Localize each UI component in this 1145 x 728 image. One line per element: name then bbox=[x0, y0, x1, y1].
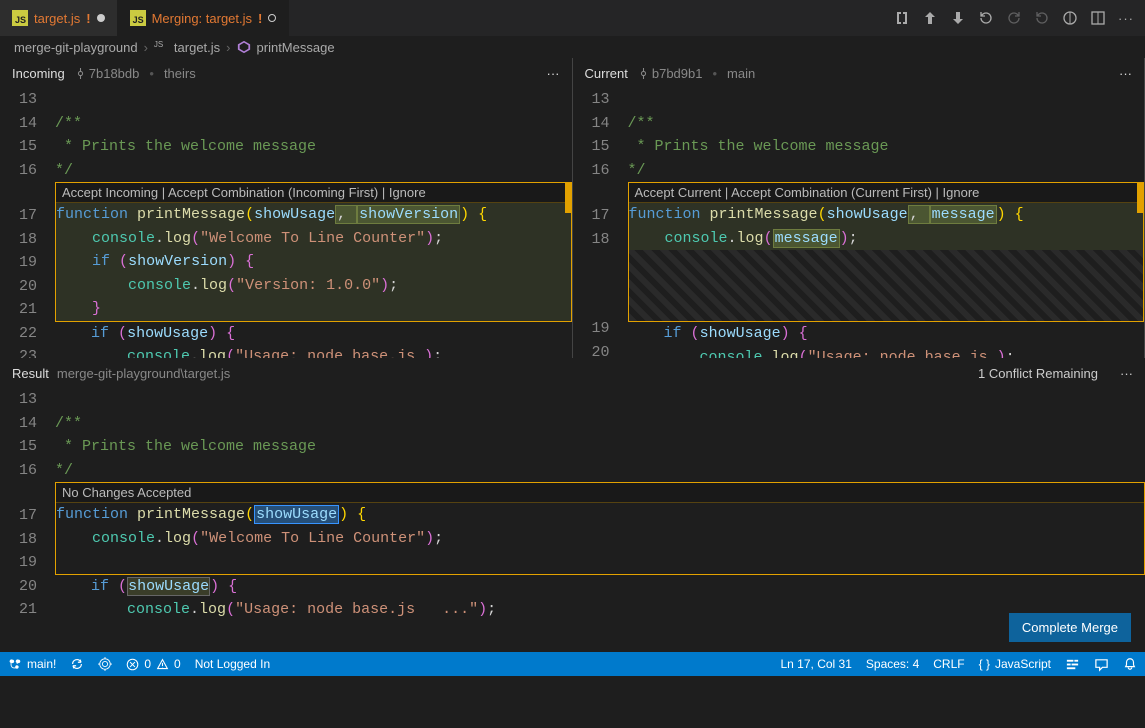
tab-merging-target-js[interactable]: JS Merging: target.js ! bbox=[118, 0, 290, 36]
incoming-pane: Incoming 7b18bdb • theirs ··· 1314151617… bbox=[0, 58, 573, 358]
tab-label: target.js bbox=[34, 11, 80, 26]
chevron-icon: › bbox=[144, 40, 148, 55]
codelens[interactable]: Accept Current | Accept Combination (Cur… bbox=[629, 183, 1144, 203]
compare-icon[interactable] bbox=[893, 9, 911, 27]
cursor-position[interactable]: Ln 17, Col 31 bbox=[781, 657, 852, 672]
conflict-region: No Changes Accepted function printMessag… bbox=[55, 482, 1145, 575]
redo-icon[interactable] bbox=[1033, 9, 1051, 27]
eol-button[interactable]: CRLF bbox=[933, 657, 964, 672]
breadcrumb[interactable]: merge-git-playground › JS target.js › pr… bbox=[0, 36, 1145, 58]
modified-indicator: ! bbox=[86, 11, 90, 26]
more-icon[interactable]: ··· bbox=[1119, 66, 1132, 81]
dirty-ring-icon bbox=[268, 14, 276, 22]
editor-toolbar: ··· bbox=[893, 9, 1145, 27]
undo-icon[interactable] bbox=[1005, 9, 1023, 27]
tab-bar: JS target.js ! JS Merging: target.js ! ·… bbox=[0, 0, 1145, 36]
js-icon: JS bbox=[12, 10, 28, 26]
result-title: Result bbox=[12, 366, 49, 381]
prettier-button[interactable] bbox=[1065, 657, 1080, 672]
commit-ref[interactable]: b7bd9b1 bbox=[638, 66, 703, 81]
more-icon[interactable]: ··· bbox=[1117, 9, 1135, 27]
indent-button[interactable]: Spaces: 4 bbox=[866, 657, 919, 672]
revert-icon[interactable] bbox=[977, 9, 995, 27]
conflict-region: Accept Incoming | Accept Combination (In… bbox=[55, 182, 572, 322]
language-button[interactable]: { } JavaScript bbox=[979, 657, 1051, 672]
pane-title: Incoming bbox=[12, 66, 65, 81]
pane-title: Current bbox=[585, 66, 628, 81]
branch-button[interactable]: main! bbox=[8, 657, 56, 671]
breadcrumb-symbol: printMessage bbox=[257, 40, 335, 55]
chevron-icon: › bbox=[226, 40, 230, 55]
tab-label: Merging: target.js bbox=[152, 11, 252, 26]
merge-split: Incoming 7b18bdb • theirs ··· 1314151617… bbox=[0, 58, 1145, 358]
complete-merge-button[interactable]: Complete Merge bbox=[1009, 613, 1131, 642]
conflict-region: Accept Current | Accept Combination (Cur… bbox=[628, 182, 1145, 322]
bell-button[interactable] bbox=[1123, 657, 1137, 672]
deleted-region bbox=[629, 250, 1144, 321]
js-icon: JS bbox=[154, 40, 168, 54]
breadcrumb-file: target.js bbox=[174, 40, 220, 55]
codelens[interactable]: No Changes Accepted bbox=[56, 483, 1144, 503]
incoming-code[interactable]: 131415161718192021222324 /** * Prints th… bbox=[0, 88, 572, 358]
current-pane: Current b7bd9b1 • main ··· 1314151617181… bbox=[573, 58, 1145, 358]
dirty-dot-icon bbox=[97, 14, 105, 22]
js-icon: JS bbox=[130, 10, 146, 26]
login-button[interactable]: Not Logged In bbox=[195, 657, 270, 671]
result-path: merge-git-playground\target.js bbox=[57, 366, 230, 381]
arrow-down-icon[interactable] bbox=[949, 9, 967, 27]
more-icon[interactable]: ··· bbox=[1120, 366, 1133, 381]
codelens[interactable]: Accept Incoming | Accept Combination (In… bbox=[56, 183, 571, 203]
ref-label: theirs bbox=[164, 66, 196, 81]
diff-icon[interactable] bbox=[1061, 9, 1079, 27]
modified-indicator: ! bbox=[258, 11, 262, 26]
result-code[interactable]: 131415161718192021 /** * Prints the welc… bbox=[0, 388, 1145, 652]
radio-button[interactable] bbox=[98, 657, 112, 671]
sync-button[interactable] bbox=[70, 657, 84, 671]
current-code[interactable]: 13141516171819202122 /** * Prints the we… bbox=[573, 88, 1145, 358]
result-pane: Result merge-git-playground\target.js 1 … bbox=[0, 358, 1145, 652]
conflict-count: 1 Conflict Remaining bbox=[978, 366, 1098, 381]
status-bar: main! 0 0 Not Logged In Ln 17, Col 31 Sp… bbox=[0, 652, 1145, 676]
tab-target-js[interactable]: JS target.js ! bbox=[0, 0, 118, 36]
commit-ref[interactable]: 7b18bdb bbox=[75, 66, 140, 81]
arrow-up-icon[interactable] bbox=[921, 9, 939, 27]
more-icon[interactable]: ··· bbox=[547, 66, 560, 81]
ref-label: main bbox=[727, 66, 755, 81]
feedback-button[interactable] bbox=[1094, 657, 1109, 672]
method-icon bbox=[237, 40, 251, 54]
breadcrumb-folder: merge-git-playground bbox=[14, 40, 138, 55]
problems-button[interactable]: 0 0 bbox=[126, 657, 180, 671]
split-icon[interactable] bbox=[1089, 9, 1107, 27]
